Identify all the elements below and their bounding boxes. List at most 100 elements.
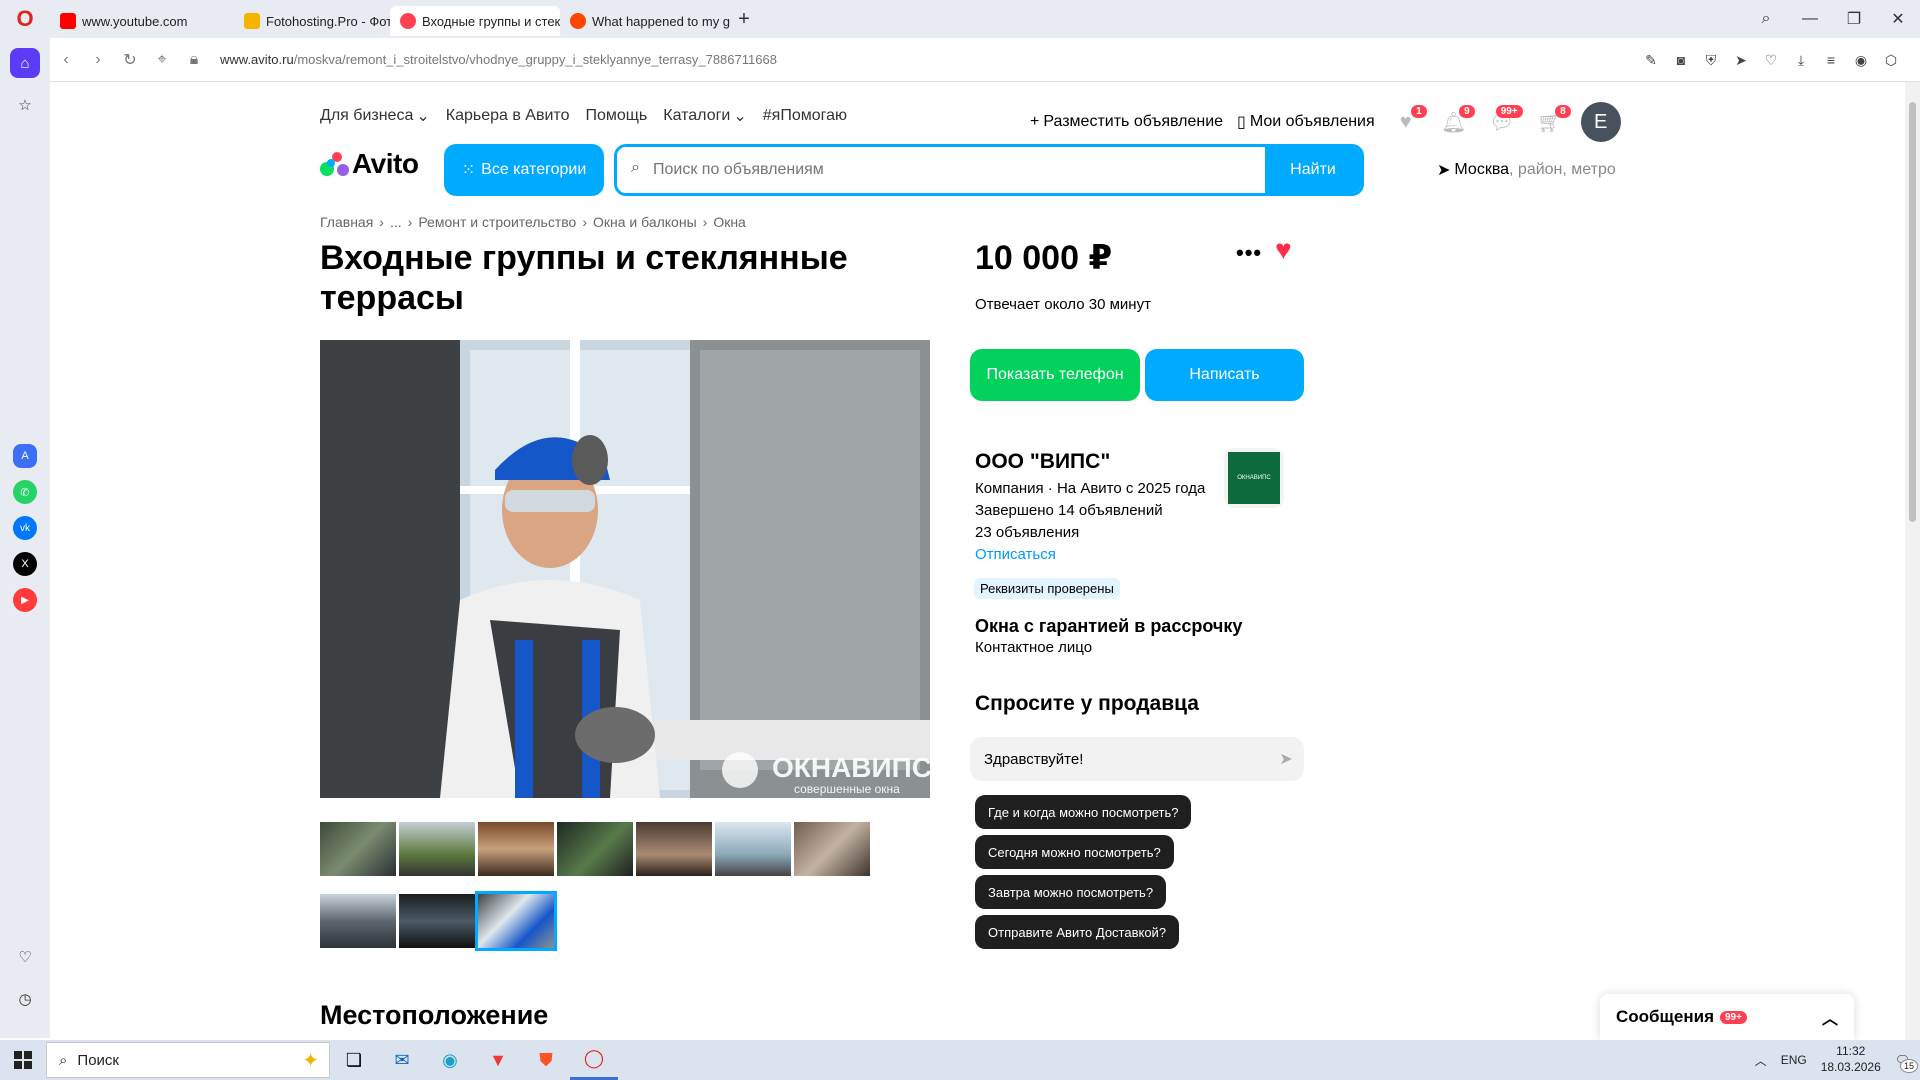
home-icon[interactable]: ⌂ <box>10 48 40 78</box>
quick-question-button[interactable]: Сегодня можно посмотреть? <box>975 835 1174 869</box>
seller-name[interactable]: ООО "ВИПС" <box>975 450 1110 474</box>
tab-fotohosting[interactable]: Fotohosting.Pro - Фотохо <box>220 6 390 36</box>
heart-icon[interactable]: ♡ <box>10 942 40 972</box>
post-ad-link[interactable]: + Разместить объявление <box>1030 113 1223 131</box>
messages-panel[interactable]: Сообщения 99+ ︿ <box>1600 994 1854 1040</box>
restore-icon[interactable]: ❐ <box>1832 9 1876 29</box>
breadcrumb-item[interactable]: Главная <box>320 214 373 230</box>
write-message-button[interactable]: Написать <box>1145 349 1304 401</box>
breadcrumb-item[interactable]: Окна <box>713 214 746 230</box>
chevron-up-icon[interactable]: ︿ <box>1755 1052 1767 1069</box>
notification-center-icon[interactable]: 🗨︎15 <box>1895 1053 1918 1073</box>
clock[interactable]: 11:32 18.03.2026 <box>1821 1044 1881 1075</box>
edge-icon[interactable]: ◉ <box>426 1040 474 1080</box>
minimize-icon[interactable]: — <box>1788 10 1832 28</box>
music-player-icon[interactable]: ▶ <box>13 588 37 612</box>
quick-question-button[interactable]: Отправите Авито Доставкой? <box>975 915 1180 949</box>
camera-icon[interactable]: ◙ <box>1672 51 1690 69</box>
outlook-icon[interactable]: ✉ <box>378 1040 426 1080</box>
quick-question-button[interactable]: Завтра можно посмотреть? <box>975 875 1167 909</box>
unsubscribe-link[interactable]: Отписаться <box>975 546 1056 563</box>
nav-ya-pomogayu[interactable]: #яПомогаю <box>763 106 847 126</box>
menu-icon[interactable]: ≡ <box>1822 51 1840 69</box>
lock-icon[interactable]: 🔒︎ <box>178 51 210 69</box>
opera-icon[interactable]: ◯ <box>570 1040 618 1080</box>
nav-career[interactable]: Карьера в Авито <box>446 106 570 126</box>
breadcrumb-item[interactable]: ... <box>390 214 402 230</box>
my-ads-label: Мои объявления <box>1249 113 1375 130</box>
nav-help[interactable]: Помощь <box>585 106 647 126</box>
edit-icon[interactable]: ✎ <box>1642 51 1660 69</box>
opera-menu-icon[interactable]: O <box>0 0 50 38</box>
whatsapp-icon[interactable]: ✆ <box>13 480 37 504</box>
chevron-up-icon[interactable]: ︿ <box>1822 1005 1838 1029</box>
seller-active-ads[interactable]: 23 объявления <box>975 524 1079 541</box>
thumbnail[interactable] <box>636 822 712 876</box>
shield-icon[interactable]: ⛨ <box>1702 51 1720 69</box>
thumbnail[interactable] <box>399 894 475 948</box>
notifications-button[interactable]: 🔔︎ 9 <box>1437 105 1475 137</box>
more-options-icon[interactable]: ••• <box>1236 240 1262 266</box>
tab-youtube[interactable]: www.youtube.com <box>50 6 220 36</box>
language-indicator[interactable]: ENG <box>1781 1053 1807 1067</box>
breadcrumb-item[interactable]: Окна и балконы <box>593 214 697 230</box>
favorites-button[interactable]: ♥ 1 <box>1389 105 1427 137</box>
search-button[interactable]: Найти <box>1265 147 1361 193</box>
new-tab-button[interactable]: + <box>730 5 758 33</box>
breadcrumb-item[interactable]: Ремонт и строительство <box>418 214 576 230</box>
my-ads-link[interactable]: ▯ Мои объявления <box>1237 112 1375 132</box>
search-tabs-icon[interactable]: ⌕ <box>1744 10 1788 28</box>
profile-icon[interactable]: ◉ <box>1852 51 1870 69</box>
page-scrollbar[interactable] <box>1905 82 1920 1040</box>
quick-question-button[interactable]: Где и когда можно посмотреть? <box>975 795 1192 829</box>
tab-avito-listing[interactable]: Входные группы и стекл ✕ <box>390 6 560 36</box>
avito-logo[interactable]: Avito <box>320 148 419 180</box>
avatar[interactable]: E <box>1580 102 1621 142</box>
heart-icon[interactable]: ♡ <box>1762 51 1780 69</box>
brave-icon[interactable]: ⛊ <box>522 1040 570 1080</box>
cart-button[interactable]: 🛒︎ 8 <box>1533 105 1571 137</box>
x-twitter-icon[interactable]: X <box>13 552 37 576</box>
thumbnail[interactable] <box>557 822 633 876</box>
bookmarks-star-icon[interactable]: ☆ <box>10 90 40 120</box>
task-view-icon[interactable]: ❏ <box>330 1040 378 1080</box>
show-phone-button[interactable]: Показать телефон <box>970 349 1140 401</box>
ask-seller-input[interactable] <box>970 750 1268 768</box>
send-icon[interactable]: ➤ <box>1268 749 1304 769</box>
nav-catalogs[interactable]: Каталоги ⌄ <box>663 106 747 126</box>
scrollbar-thumb[interactable] <box>1909 102 1916 522</box>
reload-icon[interactable]: ↻ <box>114 50 146 70</box>
download-icon[interactable]: ⤓ <box>1792 51 1810 69</box>
search-input[interactable] <box>617 147 1265 193</box>
favorite-heart-icon[interactable]: ♥ <box>1275 234 1292 266</box>
thumbnail[interactable] <box>715 822 791 876</box>
seller-completed-ads[interactable]: Завершено 14 объявлений <box>975 502 1163 519</box>
seller-logo[interactable]: ОКНАВИПС <box>1224 448 1284 508</box>
nav-for-business[interactable]: Для бизнеса ⌄ <box>320 106 430 126</box>
tab-reddit[interactable]: What happened to my go <box>560 6 730 36</box>
location-selector[interactable]: ➤ Москва, район, метро <box>1437 160 1616 180</box>
vk-icon[interactable]: vk <box>13 516 37 540</box>
thumbnail[interactable] <box>320 894 396 948</box>
all-categories-button[interactable]: ⁙ Все категории <box>444 144 604 196</box>
url-field[interactable]: www.avito.ru/moskva/remont_i_stroitelstv… <box>220 52 777 67</box>
send-icon[interactable]: ➤ <box>1732 51 1750 69</box>
back-icon[interactable]: ‹ <box>50 51 82 69</box>
thumbnail-selected[interactable] <box>475 891 557 951</box>
thumbnail[interactable] <box>478 822 554 876</box>
vivaldi-icon[interactable]: ▼ <box>474 1040 522 1080</box>
thumbnail[interactable] <box>794 822 870 876</box>
history-icon[interactable]: ◷ <box>10 984 40 1014</box>
messages-button[interactable]: 💬︎ 99+ <box>1485 105 1523 137</box>
windows-start-icon[interactable] <box>0 1040 46 1080</box>
taskbar-search[interactable]: ⌕ Поиск ✦ <box>46 1042 330 1078</box>
thumbnail[interactable] <box>320 822 396 876</box>
tab-label: Fotohosting.Pro - Фотохо <box>266 13 390 29</box>
thumbnail[interactable] <box>399 822 475 876</box>
aria-icon[interactable]: A <box>13 444 37 468</box>
location-pin-icon[interactable]: ⌖ <box>146 51 178 69</box>
forward-icon[interactable]: › <box>82 51 114 69</box>
cube-icon[interactable]: ⬡ <box>1882 51 1900 69</box>
close-window-icon[interactable]: ✕ <box>1876 9 1920 29</box>
listing-main-photo[interactable]: ОКНАВИПС совершенные окна <box>320 340 930 798</box>
